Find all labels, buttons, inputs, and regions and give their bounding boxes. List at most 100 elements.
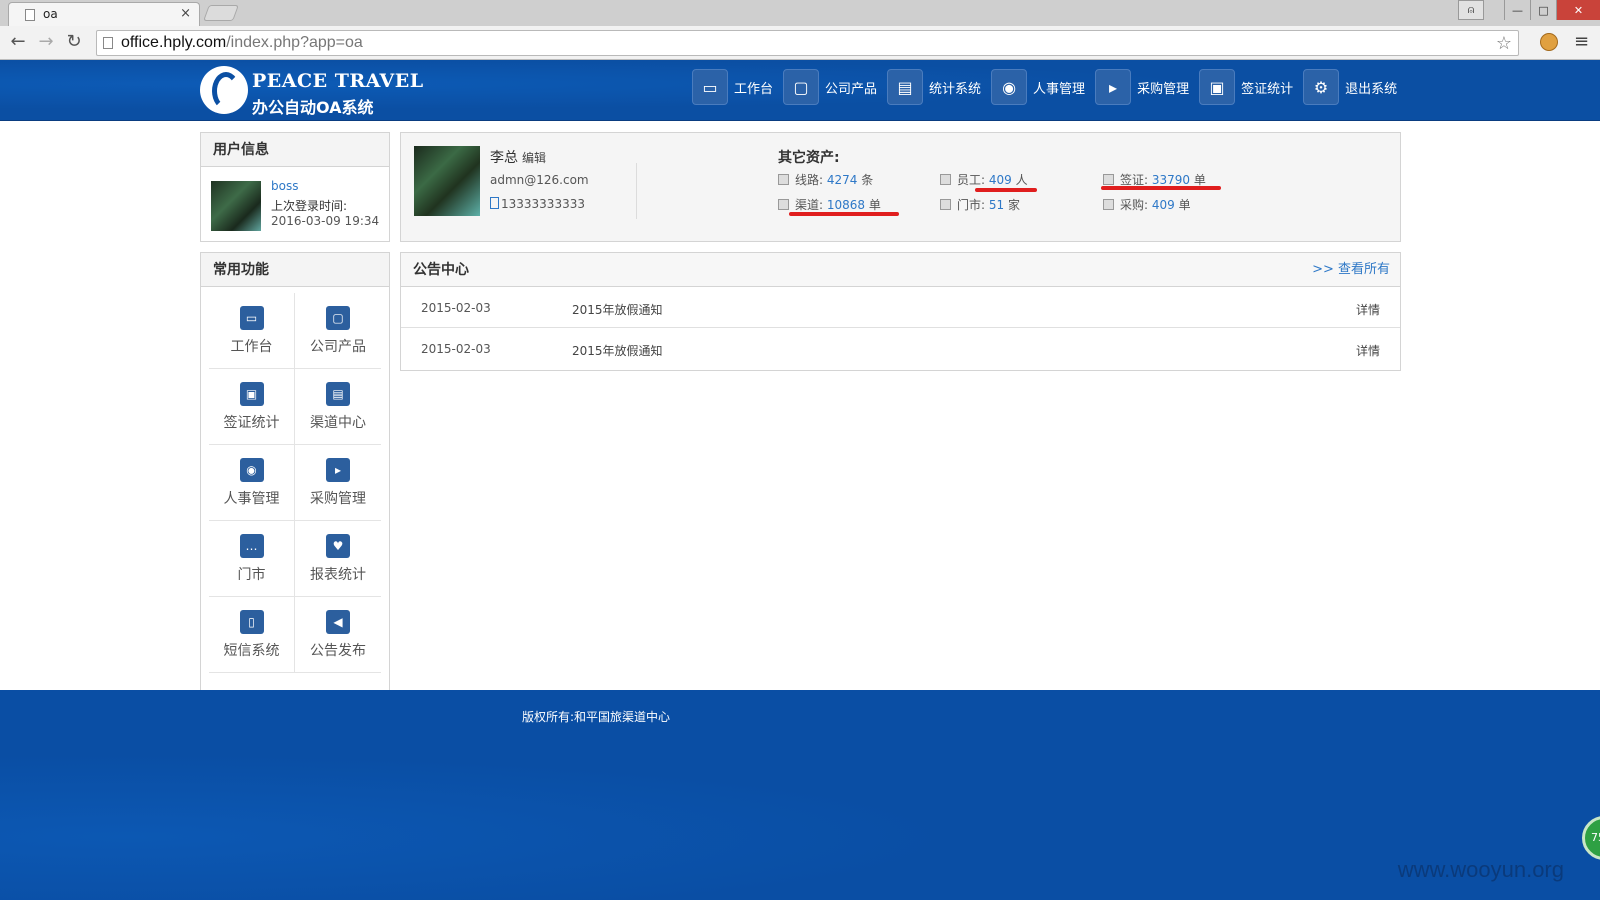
checkbox-icon bbox=[940, 199, 951, 210]
site-header: PEACE TRAVEL 办公自动OA系统 ▭ 工作台 ▢ 公司产品 ▤ 统计系… bbox=[0, 60, 1600, 121]
reload-icon[interactable]: ↻ bbox=[64, 32, 84, 52]
window-controls: — □ ✕ bbox=[1504, 0, 1600, 20]
func-products[interactable]: ▢ 公司产品 bbox=[295, 293, 381, 369]
browser-toolbar: ← → ↻ office.hply.com/index.php?app=oa ☆… bbox=[0, 26, 1600, 60]
user-profile-icon[interactable]: ⍝ bbox=[1458, 0, 1484, 20]
id-card-icon: ▣ bbox=[239, 381, 264, 406]
nav-logout[interactable]: ⚙ 退出系统 bbox=[1303, 68, 1397, 106]
profile-email: admn@126.com bbox=[490, 173, 589, 187]
tab-title: oa bbox=[43, 7, 58, 21]
avatar bbox=[211, 181, 261, 231]
func-purchase[interactable]: ▸ 采购管理 bbox=[295, 445, 381, 521]
func-announce[interactable]: ◀ 公告发布 bbox=[295, 597, 381, 673]
notice-date: 2015-02-03 bbox=[421, 301, 491, 315]
profile-name: 李总 bbox=[490, 150, 518, 166]
forward-arrow-icon[interactable]: → bbox=[36, 32, 56, 52]
func-reports[interactable]: ♥ 报表统计 bbox=[295, 521, 381, 597]
nav-label: 工作台 bbox=[734, 81, 774, 97]
nav-label: 人事管理 bbox=[1033, 81, 1086, 97]
nav-purchase[interactable]: ▸ 采购管理 bbox=[1095, 68, 1189, 106]
site-footer: 版权所有:和平国旅渠道中心 www.wooyun.org bbox=[0, 690, 1600, 900]
chart-board-icon: ▤ bbox=[887, 69, 924, 105]
view-all-link[interactable]: >> 查看所有 bbox=[1312, 253, 1390, 287]
maximize-button[interactable]: □ bbox=[1530, 0, 1556, 20]
func-label: 渠道中心 bbox=[310, 414, 366, 431]
nav-hr[interactable]: ◉ 人事管理 bbox=[991, 68, 1085, 106]
browser-tabstrip: oa × ⍝ — □ ✕ bbox=[0, 0, 1600, 26]
func-label: 报表统计 bbox=[310, 566, 366, 583]
func-workbench[interactable]: ▭ 工作台 bbox=[209, 293, 295, 369]
watermark: www.wooyun.org bbox=[1397, 857, 1564, 882]
id-card-icon: ▣ bbox=[1199, 69, 1236, 105]
logo-title-en: PEACE TRAVEL bbox=[252, 70, 424, 92]
address-bar[interactable]: office.hply.com/index.php?app=oa ☆ bbox=[96, 30, 1519, 56]
last-login-time: 2016-03-09 19:34 bbox=[271, 214, 380, 228]
notice-title-link[interactable]: 2015年放假通知 bbox=[572, 301, 663, 318]
assets-title: 其它资产: bbox=[778, 150, 840, 166]
page-icon bbox=[25, 9, 35, 21]
func-sms[interactable]: ▯ 短信系统 bbox=[209, 597, 295, 673]
close-window-button[interactable]: ✕ bbox=[1556, 0, 1600, 20]
back-arrow-icon[interactable]: ← bbox=[8, 32, 28, 52]
minimize-button[interactable]: — bbox=[1504, 0, 1530, 20]
func-visa-stats[interactable]: ▣ 签证统计 bbox=[209, 369, 295, 445]
asset-staff: 员工: 409 人 bbox=[940, 171, 1028, 188]
url-text[interactable]: office.hply.com/index.php?app=oa bbox=[121, 34, 363, 52]
tab-close-icon[interactable]: × bbox=[180, 6, 191, 21]
logo-title-cn: 办公自动OA系统 bbox=[252, 98, 374, 117]
checkbox-icon bbox=[1103, 199, 1114, 210]
checkbox-icon bbox=[940, 174, 951, 185]
nav-products[interactable]: ▢ 公司产品 bbox=[783, 68, 877, 106]
speaker-icon: ◀ bbox=[326, 609, 350, 634]
nav-visa[interactable]: ▣ 签证统计 bbox=[1199, 68, 1293, 106]
panel-title: 用户信息 bbox=[201, 133, 389, 167]
func-label: 工作台 bbox=[230, 338, 273, 355]
heart-icon: ♥ bbox=[326, 533, 350, 558]
user-name-link[interactable]: boss bbox=[271, 179, 298, 193]
edit-profile-link[interactable]: 编辑 bbox=[522, 149, 546, 166]
table-row: 2015-02-03 2015年放假通知 详情 bbox=[401, 329, 1400, 369]
notice-detail-link[interactable]: 详情 bbox=[1356, 301, 1380, 318]
nav-label: 退出系统 bbox=[1345, 81, 1398, 97]
func-label: 门市 bbox=[237, 566, 266, 583]
panel-title: 公告中心 bbox=[401, 253, 1400, 287]
func-channel-center[interactable]: ▤ 渠道中心 bbox=[295, 369, 381, 445]
page-icon bbox=[103, 37, 113, 49]
browser-menu-icon[interactable]: ≡ bbox=[1574, 31, 1589, 52]
logo-mark-icon bbox=[200, 66, 248, 114]
frame-icon: ▢ bbox=[783, 69, 820, 105]
func-hr[interactable]: ◉ 人事管理 bbox=[209, 445, 295, 521]
func-stores[interactable]: … 门市 bbox=[209, 521, 295, 597]
func-label: 采购管理 bbox=[310, 490, 366, 507]
func-label: 公告发布 bbox=[310, 642, 366, 659]
phone-icon: ▯ bbox=[239, 609, 264, 634]
notice-center-panel: 公告中心 >> 查看所有 2015-02-03 2015年放假通知 详情 201… bbox=[400, 252, 1401, 371]
profile-phone: 13333333333 bbox=[490, 197, 585, 211]
asset-purchases: 采购: 409 单 bbox=[1103, 196, 1191, 213]
profile-card: 李总 编辑 admn@126.com 13333333333 其它资产: 线路:… bbox=[400, 132, 1401, 242]
chat-bubble-icon: … bbox=[239, 533, 264, 558]
copyright-text: 版权所有:和平国旅渠道中心 bbox=[522, 710, 671, 724]
nav-statistics[interactable]: ▤ 统计系统 bbox=[887, 68, 981, 106]
divider bbox=[636, 163, 637, 219]
notice-detail-link[interactable]: 详情 bbox=[1356, 342, 1380, 359]
browser-tab-active[interactable]: oa × bbox=[8, 2, 200, 26]
common-functions-panel: 常用功能 ▭ 工作台 ▢ 公司产品 ▣ 签证统计 ▤ 渠道中心 ◉ 人事管理 ▸… bbox=[200, 252, 390, 691]
purchase-icon: ▸ bbox=[326, 457, 350, 482]
checkbox-icon bbox=[1103, 174, 1114, 185]
cookie-extension-icon[interactable] bbox=[1540, 33, 1558, 51]
purchase-icon: ▸ bbox=[1095, 69, 1132, 105]
chart-board-icon: ▤ bbox=[326, 381, 350, 406]
table-row: 2015-02-03 2015年放假通知 详情 bbox=[401, 288, 1400, 328]
func-label: 签证统计 bbox=[223, 414, 280, 431]
bookmark-star-icon[interactable]: ☆ bbox=[1496, 33, 1512, 54]
nav-label: 公司产品 bbox=[825, 81, 878, 97]
nav-workbench[interactable]: ▭ 工作台 bbox=[692, 68, 773, 106]
frame-icon: ▢ bbox=[326, 305, 350, 330]
notice-title-link[interactable]: 2015年放假通知 bbox=[572, 342, 663, 359]
new-tab-button[interactable] bbox=[203, 5, 239, 21]
phone-icon bbox=[490, 197, 499, 209]
asset-stores: 门市: 51 家 bbox=[940, 196, 1020, 213]
nav-label: 签证统计 bbox=[1241, 81, 1294, 97]
asset-channels: 渠道: 10868 单 bbox=[778, 196, 881, 213]
